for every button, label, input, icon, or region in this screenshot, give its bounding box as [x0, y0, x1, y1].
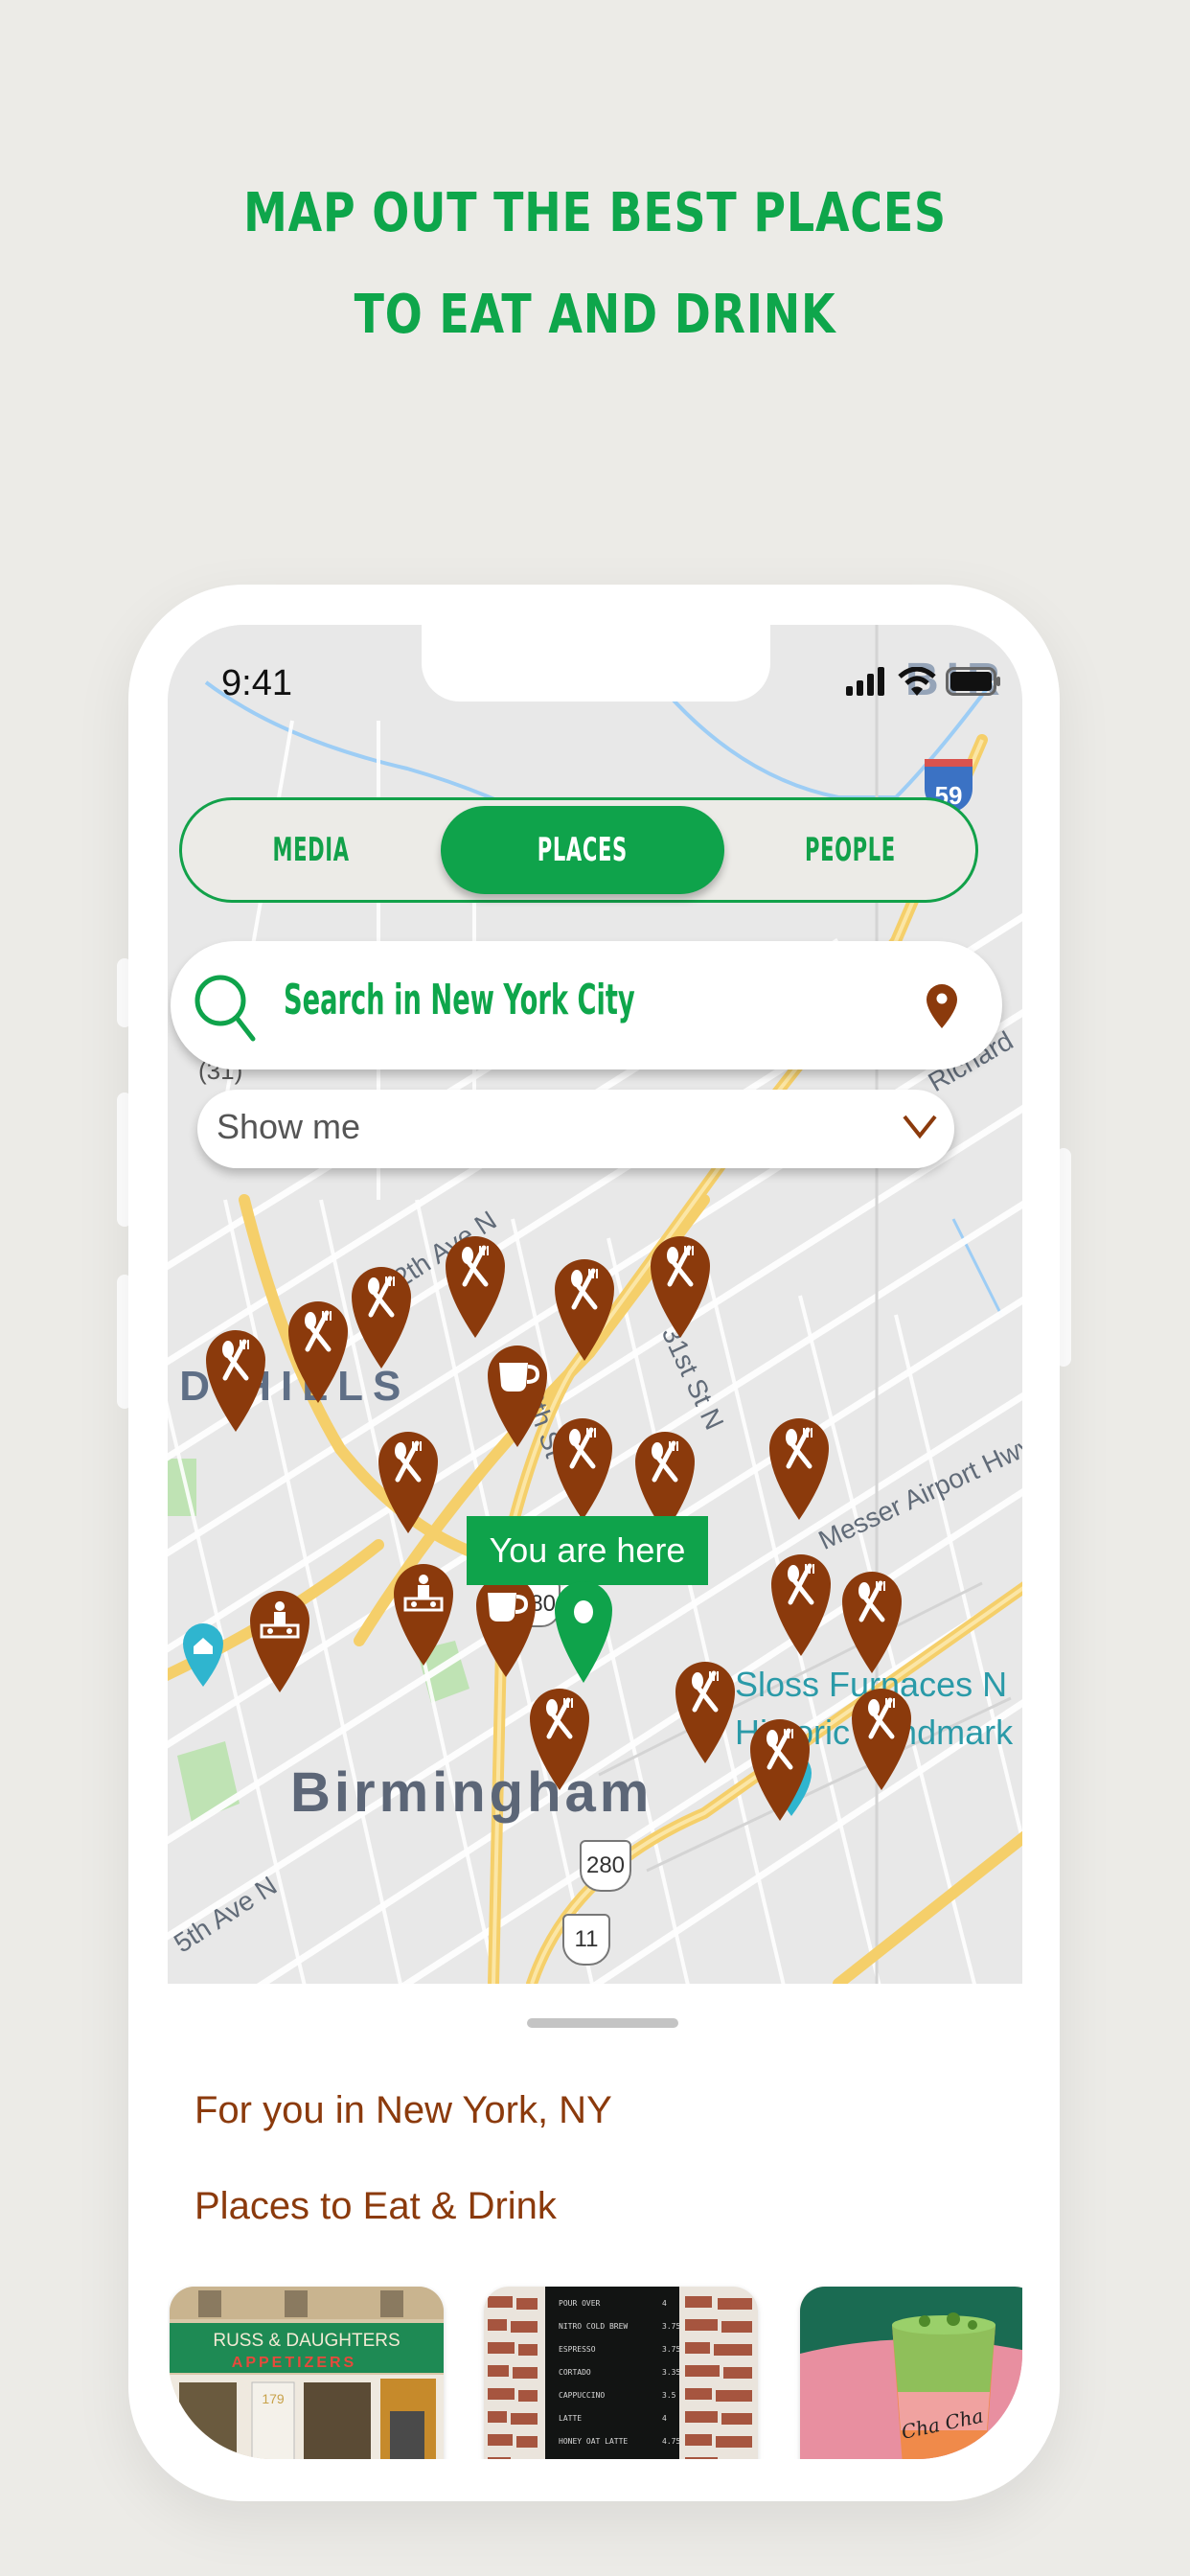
menu-price: 3.5: [662, 2391, 676, 2400]
chevron-down-icon: [903, 1115, 937, 1139]
place-card-image: Cha Cha: [800, 2287, 1022, 2459]
category-title[interactable]: Places to Eat & Drink: [195, 2185, 557, 2228]
card-sign-line-2: APPETIZERS: [232, 2355, 356, 2371]
you-are-here-label: You are here: [467, 1516, 708, 1585]
menu-price: 4.75: [662, 2437, 680, 2446]
wifi-icon: [898, 667, 936, 696]
tab-media[interactable]: MEDIA: [182, 806, 441, 894]
menu-item: CORTADO: [559, 2368, 591, 2377]
menu-item: ESPRESSO: [559, 2345, 596, 2354]
place-marker-restaurant[interactable]: [551, 1416, 614, 1522]
status-icons: [846, 667, 1001, 696]
phone-screen: BIR ID HILLS 12th Ave N 28th St 31st St …: [168, 625, 1022, 2459]
place-card-coffee-menu[interactable]: POUR OVER 4 NITRO COLD BREW 3.75 ESPRESSO 3.7…: [484, 2287, 758, 2459]
place-card-image: RUSS & DAUGHTERS APPETIZERS 179: [170, 2287, 444, 2459]
headline-line-2: TO EAT AND DRINK: [354, 284, 836, 346]
place-card-cha-cha-matcha[interactable]: Cha Cha: [800, 2287, 1022, 2459]
sheet-drag-handle[interactable]: [527, 2018, 678, 2028]
place-marker-restaurant[interactable]: [444, 1234, 507, 1340]
menu-item: CAPPUCCINO: [559, 2391, 605, 2400]
menu-item: LATTE: [559, 2414, 582, 2423]
place-marker-restaurant[interactable]: [850, 1687, 913, 1792]
card-store-number: 179: [262, 2391, 285, 2406]
place-marker-restaurant[interactable]: [528, 1687, 591, 1792]
menu-price: 4: [662, 2414, 667, 2423]
battery-icon: [946, 667, 1000, 696]
place-marker-restaurant[interactable]: [674, 1660, 737, 1765]
place-marker-cafe[interactable]: [486, 1344, 549, 1449]
search-input[interactable]: Search in New York City: [171, 941, 1002, 1070]
place-marker-nightlife[interactable]: [248, 1589, 311, 1694]
landmark-marker-icon[interactable]: [181, 1622, 225, 1689]
place-marker-restaurant[interactable]: [840, 1570, 904, 1675]
bottom-sheet: For you in New York, NY Places to Eat & …: [168, 1984, 1022, 2459]
search-placeholder: Search in New York City: [284, 976, 635, 1024]
menu-price: 3.75: [662, 2322, 680, 2331]
menu-item: POUR OVER: [559, 2299, 601, 2308]
tab-places[interactable]: PLACES: [441, 806, 724, 894]
place-card-image: POUR OVER 4 NITRO COLD BREW 3.75 ESPRESSO 3.7…: [484, 2287, 758, 2459]
place-marker-restaurant[interactable]: [767, 1416, 831, 1522]
route-280-shield-2: 280: [580, 1840, 631, 1892]
menu-item: NITRO COLD BREW: [559, 2322, 628, 2331]
menu-price: 4: [662, 2299, 667, 2308]
page-headline: MAP OUT THE BEST PLACES TO EAT AND DRINK: [107, 163, 1083, 366]
place-marker-restaurant[interactable]: [350, 1265, 413, 1370]
location-pin-icon[interactable]: [926, 983, 958, 1029]
map-label-city: Birmingham: [290, 1761, 653, 1824]
place-marker-restaurant[interactable]: [553, 1257, 616, 1363]
place-marker-restaurant[interactable]: [769, 1552, 833, 1658]
headline-line-1: MAP OUT THE BEST PLACES: [243, 182, 947, 244]
current-location-pin-icon[interactable]: [553, 1579, 614, 1685]
map-view[interactable]: BIR ID HILLS 12th Ave N 28th St 31st St …: [168, 625, 1022, 1984]
place-marker-restaurant[interactable]: [204, 1328, 267, 1434]
show-me-dropdown[interactable]: Show me: [197, 1090, 954, 1168]
place-marker-restaurant[interactable]: [286, 1300, 350, 1405]
place-marker-restaurant[interactable]: [377, 1430, 440, 1535]
place-marker-restaurant[interactable]: [748, 1717, 812, 1823]
menu-price: 3.35: [662, 2368, 680, 2377]
search-icon: [195, 975, 256, 1042]
menu-item: HONEY OAT LATTE: [559, 2437, 628, 2446]
place-card-russ-daughters[interactable]: RUSS & DAUGHTERS APPETIZERS 179: [170, 2287, 444, 2459]
menu-price: 3.75: [662, 2345, 680, 2354]
place-marker-cafe[interactable]: [474, 1574, 538, 1679]
section-title: For you in New York, NY: [195, 2089, 612, 2131]
route-11-shield: 11: [562, 1914, 610, 1966]
phone-notch: [422, 625, 770, 702]
card-sign-line-1: RUSS & DAUGHTERS: [213, 2331, 400, 2351]
signal-icon: [846, 667, 884, 696]
status-time: 9:41: [221, 663, 292, 703]
place-marker-nightlife[interactable]: [392, 1562, 455, 1668]
place-marker-restaurant[interactable]: [649, 1234, 712, 1340]
tab-people[interactable]: PEOPLE: [724, 806, 975, 894]
segmented-tab-bar: MEDIA PLACES PEOPLE: [179, 797, 978, 903]
show-me-label: Show me: [217, 1107, 361, 1146]
